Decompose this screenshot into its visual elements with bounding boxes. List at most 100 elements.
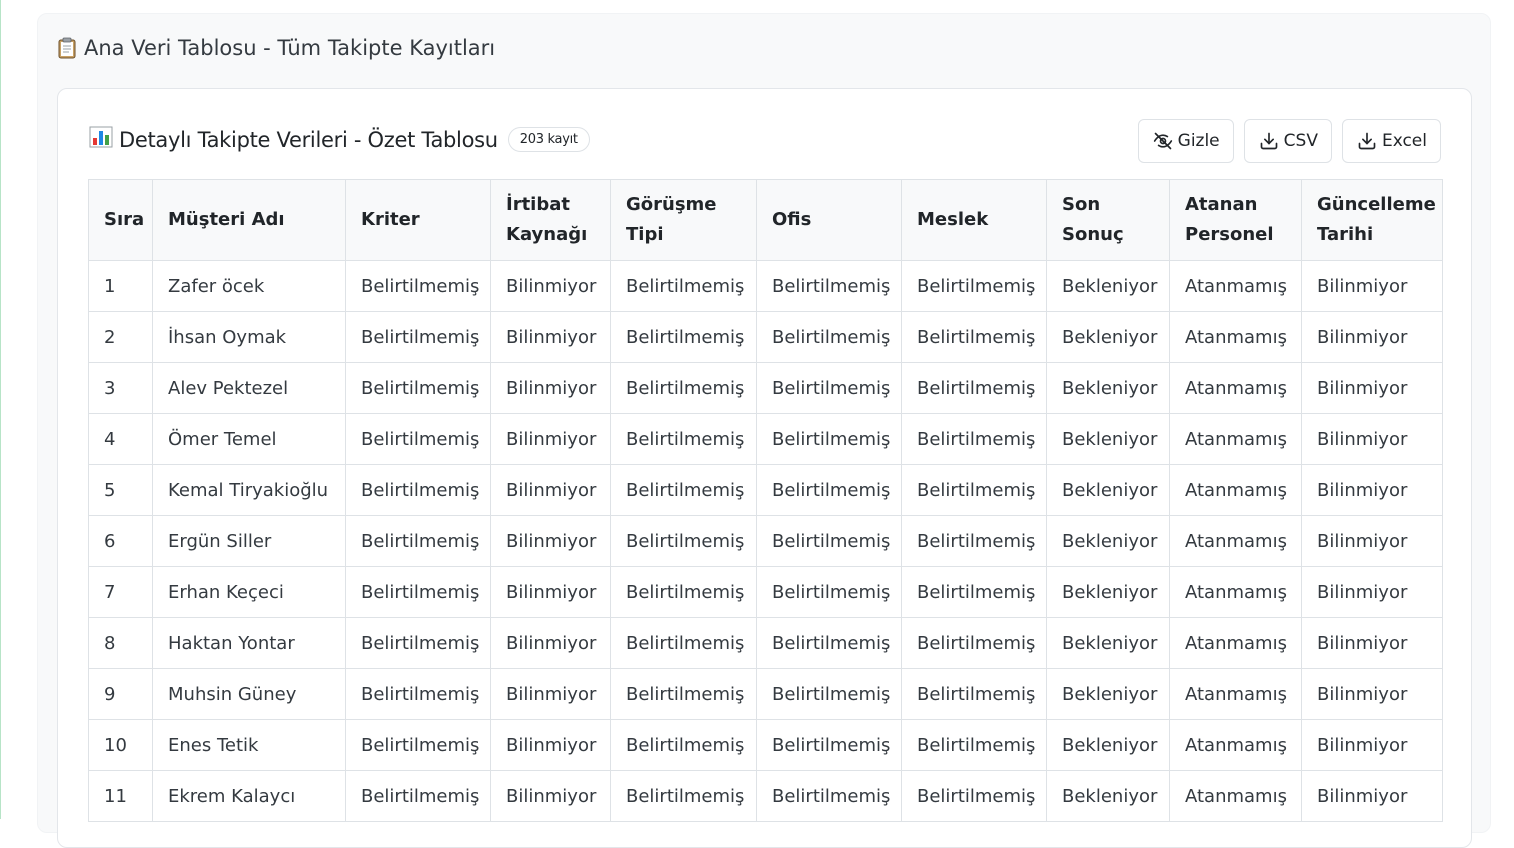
table-cell: Atanmamış — [1169, 362, 1302, 414]
table-cell: Belirtilmemiş — [345, 719, 491, 771]
table-cell: Bekleniyor — [1046, 617, 1170, 669]
column-header[interactable]: Atanan Personel — [1169, 179, 1302, 261]
summary-table-panel: Detaylı Takipte Verileri - Özet Tablosu … — [57, 88, 1472, 848]
table-row[interactable]: 8 Haktan Yontar Belirtilmemiş Bilinmiyor Bel… — [88, 617, 1443, 669]
table-cell: Belirtilmemiş — [901, 362, 1047, 414]
table-cell: Bilinmiyor — [490, 770, 611, 822]
table-cell: Belirtilmemiş — [610, 668, 757, 720]
table-cell: Belirtilmemiş — [901, 413, 1047, 465]
column-header[interactable]: Görüşme Tipi — [610, 179, 757, 261]
table-cell: Zafer öcek — [152, 260, 346, 312]
download-icon — [1357, 131, 1377, 151]
table-cell: Belirtilmemiş — [901, 464, 1047, 516]
table-cell: Bekleniyor — [1046, 668, 1170, 720]
table-cell: Ekrem Kalaycı — [152, 770, 346, 822]
record-count-badge: 203 kayıt — [507, 127, 590, 152]
table-row[interactable]: 2 İhsan Oymak Belirtilmemiş Bilinmiyor Belir… — [88, 311, 1443, 363]
table-cell: 11 — [88, 770, 153, 822]
table-cell: Belirtilmemiş — [610, 566, 757, 618]
table-row[interactable]: 6 Ergün Siller Belirtilmemiş Bilinmiyor Beli… — [88, 515, 1443, 567]
hide-button[interactable]: Gizle — [1137, 119, 1234, 163]
table-cell: Belirtilmemiş — [756, 668, 902, 720]
table-cell: Belirtilmemiş — [345, 770, 491, 822]
table-cell: Bekleniyor — [1046, 362, 1170, 414]
table-cell: Bekleniyor — [1046, 515, 1170, 567]
table-row[interactable]: 9 Muhsin Güney Belirtilmemiş Bilinmiyor Beli… — [88, 668, 1443, 720]
table-cell: Belirtilmemiş — [610, 413, 757, 465]
table-row[interactable]: 4 Ömer Temel Belirtilmemiş Bilinmiyor Belirt… — [88, 413, 1443, 465]
table-cell: Belirtilmemiş — [345, 413, 491, 465]
table-cell: Atanmamış — [1169, 566, 1302, 618]
table-cell: Enes Tetik — [152, 719, 346, 771]
table-cell: Bekleniyor — [1046, 413, 1170, 465]
table-cell: Atanmamış — [1169, 515, 1302, 567]
table-cell: Kemal Tiryakioğlu — [152, 464, 346, 516]
table-cell: Belirtilmemiş — [610, 617, 757, 669]
csv-download-button[interactable]: CSV — [1243, 119, 1332, 163]
table-cell: Bilinmiyor — [490, 566, 611, 618]
column-header[interactable]: Kriter — [345, 179, 491, 261]
table-cell: Bilinmiyor — [1301, 770, 1443, 822]
table-cell: Belirtilmemiş — [756, 515, 902, 567]
table-cell: Belirtilmemiş — [756, 617, 902, 669]
table-row[interactable]: 3 Alev Pektezel Belirtilmemiş Bilinmiyor Bel… — [88, 362, 1443, 414]
table-row[interactable]: 10 Enes Tetik Belirtilmemiş Bilinmiyor Belir… — [88, 719, 1443, 771]
table-cell: Belirtilmemiş — [901, 515, 1047, 567]
table-cell: Belirtilmemiş — [756, 770, 902, 822]
table-cell: Bilinmiyor — [490, 668, 611, 720]
main-data-card: Ana Veri Tablosu - Tüm Takipte Kayıtları… — [37, 13, 1491, 848]
table-cell: Bilinmiyor — [490, 413, 611, 465]
column-header[interactable]: İrtibat Kaynağı — [490, 179, 611, 261]
table-cell: 9 — [88, 668, 153, 720]
table-cell: 8 — [88, 617, 153, 669]
table-cell: Atanmamış — [1169, 770, 1302, 822]
column-header[interactable]: Son Sonuç — [1046, 179, 1170, 261]
table-cell: Bekleniyor — [1046, 311, 1170, 363]
table-cell: Bilinmiyor — [490, 311, 611, 363]
table-row[interactable]: 11 Ekrem Kalaycı Belirtilmemiş Bilinmiyor Be… — [88, 770, 1443, 822]
table-cell: Bilinmiyor — [1301, 719, 1443, 771]
table-cell: Atanmamış — [1169, 719, 1302, 771]
table-cell: Belirtilmemiş — [756, 566, 902, 618]
table-cell: Atanmamış — [1169, 668, 1302, 720]
clipboard-icon — [58, 37, 76, 59]
excel-button-label: Excel — [1381, 131, 1427, 151]
table-cell: Alev Pektezel — [152, 362, 346, 414]
bar-chart-icon — [89, 126, 113, 153]
column-header[interactable]: Güncelleme Tarihi — [1301, 179, 1443, 261]
table-cell: 4 — [88, 413, 153, 465]
table-cell: Bilinmiyor — [490, 362, 611, 414]
table-cell: Belirtilmemiş — [345, 668, 491, 720]
table-row[interactable]: 5 Kemal Tiryakioğlu Belirtilmemiş Bilinmiyo… — [88, 464, 1443, 516]
table-cell: Bilinmiyor — [490, 464, 611, 516]
table-actions: Gizle CSV Excel — [1137, 119, 1441, 163]
table-cell: Erhan Keçeci — [152, 566, 346, 618]
csv-button-label: CSV — [1283, 131, 1318, 151]
table-row[interactable]: 7 Erhan Keçeci Belirtilmemiş Bilinmiyor Beli… — [88, 566, 1443, 618]
table-cell: Belirtilmemiş — [901, 566, 1047, 618]
table-cell: Bekleniyor — [1046, 566, 1170, 618]
table-cell: Belirtilmemiş — [901, 770, 1047, 822]
table-cell: Belirtilmemiş — [901, 311, 1047, 363]
main-title: Ana Veri Tablosu - Tüm Takipte Kayıtları — [58, 36, 495, 60]
table-cell: Belirtilmemiş — [345, 617, 491, 669]
panel-title-text: Detaylı Takipte Verileri - Özet Tablosu — [119, 127, 498, 152]
column-header[interactable]: Ofis — [756, 179, 902, 261]
table-row[interactable]: 1 Zafer öcek Belirtilmemiş Bilinmiyor Belirt… — [88, 260, 1443, 312]
panel-title: Detaylı Takipte Verileri - Özet Tablosu — [89, 126, 498, 153]
table-cell: Belirtilmemiş — [756, 311, 902, 363]
table-cell: Belirtilmemiş — [756, 464, 902, 516]
table-cell: Belirtilmemiş — [345, 515, 491, 567]
table-cell: Belirtilmemiş — [610, 515, 757, 567]
column-header[interactable]: Meslek — [901, 179, 1047, 261]
table-cell: Bilinmiyor — [490, 260, 611, 312]
table-cell: Bilinmiyor — [1301, 515, 1443, 567]
column-header[interactable]: Müşteri Adı — [152, 179, 346, 261]
table-cell: Belirtilmemiş — [610, 362, 757, 414]
column-header[interactable]: Sıra — [88, 179, 153, 261]
table-cell: 7 — [88, 566, 153, 618]
main-title-text: Ana Veri Tablosu - Tüm Takipte Kayıtları — [84, 36, 496, 60]
table-cell: Atanmamış — [1169, 260, 1302, 312]
table-cell: Ergün Siller — [152, 515, 346, 567]
excel-download-button[interactable]: Excel — [1341, 119, 1441, 163]
